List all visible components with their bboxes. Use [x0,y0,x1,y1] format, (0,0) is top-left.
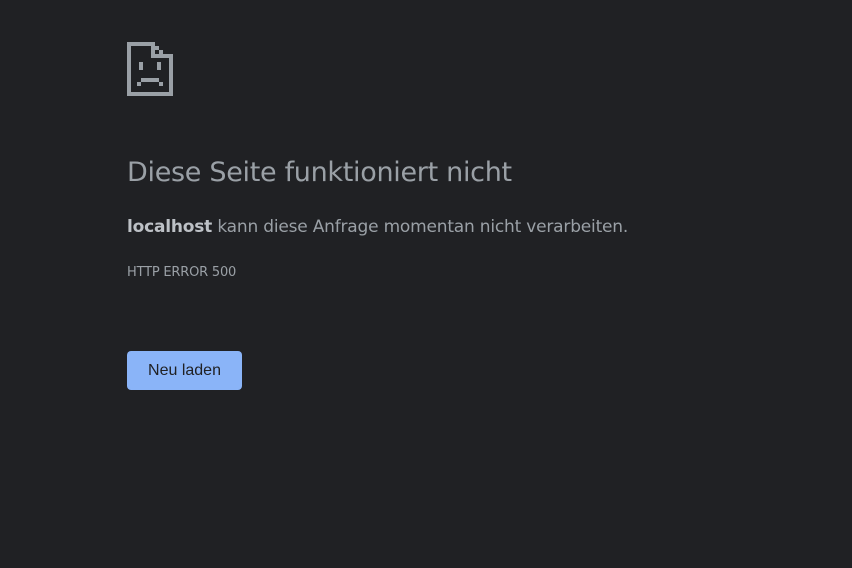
error-page: Diese Seite funktioniert nicht localhost… [0,0,852,568]
main-heading: Diese Seite funktioniert nicht [127,157,512,188]
host-name: localhost [127,217,213,237]
reload-button[interactable]: Neu laden [127,351,242,390]
error-code: HTTP ERROR 500 [127,265,237,280]
main-message-text: kann diese Anfrage momentan nicht verarb… [212,217,629,237]
main-message: localhost kann diese Anfrage momentan ni… [127,215,628,239]
sad-page-icon [127,42,173,96]
